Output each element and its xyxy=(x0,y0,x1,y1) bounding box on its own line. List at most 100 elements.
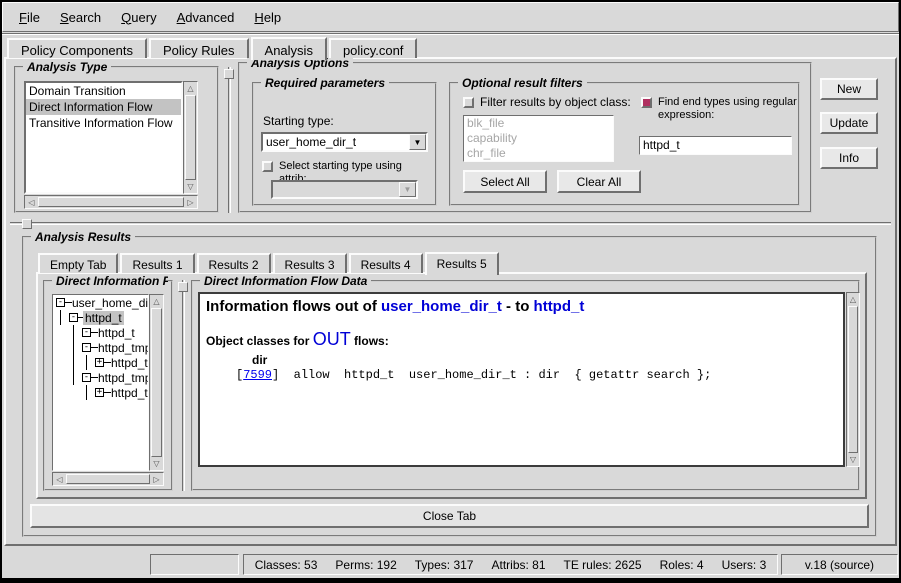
scroll-down-icon[interactable]: ▽ xyxy=(150,457,163,470)
analysis-type-hscrollbar[interactable]: ◁ ▷ xyxy=(24,195,198,209)
menu-advanced[interactable]: Advanced xyxy=(167,6,245,29)
regex-checkbox[interactable] xyxy=(641,97,652,108)
scroll-left-icon[interactable]: ◁ xyxy=(53,473,66,485)
tree-row[interactable]: + httpd_t xyxy=(53,385,148,400)
new-button[interactable]: New xyxy=(820,78,878,100)
list-item[interactable]: Domain Transition xyxy=(26,83,181,99)
regex-input[interactable]: httpd_t xyxy=(639,136,792,155)
tree-node-label[interactable]: httpd_t xyxy=(96,326,137,340)
list-item[interactable]: Direct Information Flow xyxy=(26,99,181,115)
flow-tree-vscrollbar[interactable]: △ ▽ xyxy=(149,294,164,471)
attrib-combobox-disabled: ▼ xyxy=(271,180,418,199)
tree-expander-icon[interactable]: + xyxy=(95,358,104,367)
tree-node-label[interactable]: user_home_dir_t xyxy=(70,296,148,310)
tree-node-label[interactable]: httpd_t xyxy=(109,386,148,400)
menu-search[interactable]: Search xyxy=(50,6,111,29)
menu-help[interactable]: Help xyxy=(244,6,291,29)
tree-expander-icon[interactable]: + xyxy=(95,388,104,397)
regex-checkbox-row[interactable]: Find end types using regular expression: xyxy=(641,96,799,122)
tab-results-5[interactable]: Results 5 xyxy=(425,252,499,275)
scroll-down-icon[interactable]: ▽ xyxy=(184,180,197,193)
info-button[interactable]: Info xyxy=(820,147,878,169)
stat-types: Types: 317 xyxy=(415,558,474,572)
menu-file[interactable]: File xyxy=(9,6,50,29)
filter-objclass-checkbox-row[interactable]: Filter results by object class: xyxy=(463,96,653,109)
tab-results-2[interactable]: Results 2 xyxy=(197,253,271,273)
tab-empty-tab[interactable]: Empty Tab xyxy=(38,253,118,273)
list-item: capability xyxy=(464,131,613,146)
flow-data-textarea[interactable]: Information flows out of user_home_dir_t… xyxy=(198,292,845,467)
starting-type-combobox[interactable]: user_home_dir_t ▼ xyxy=(261,132,428,152)
tab-policy-components[interactable]: Policy Components xyxy=(7,38,147,58)
scrollbar-thumb[interactable] xyxy=(151,308,162,457)
attrib-checkbox[interactable] xyxy=(262,161,273,172)
flow-tree-hscrollbar[interactable]: ◁ ▷ xyxy=(52,472,164,486)
tree-node-label[interactable]: httpd_t xyxy=(83,311,124,325)
tab-results-4[interactable]: Results 4 xyxy=(349,253,423,273)
tree-row[interactable]: + httpd_t xyxy=(53,355,148,370)
tree-node-label[interactable]: httpd_tmpfs_t xyxy=(96,371,148,385)
tab-policy-conf[interactable]: policy.conf xyxy=(329,38,417,58)
analysis-results-groupbox: Analysis Results Empty Tab Results 1 Res… xyxy=(22,236,877,537)
tree-row[interactable]: - httpd_tmpfs_t xyxy=(53,370,148,385)
top-pane-sash[interactable] xyxy=(228,67,231,213)
select-all-button[interactable]: Select All xyxy=(463,170,547,193)
te-rule-line: [7599] allow httpd_t user_home_dir_t : d… xyxy=(200,367,843,382)
scroll-left-icon[interactable]: ◁ xyxy=(25,196,38,208)
starting-type-value[interactable]: user_home_dir_t xyxy=(263,134,409,150)
scrollbar-thumb[interactable] xyxy=(66,474,150,484)
close-tab-button[interactable]: Close Tab xyxy=(30,504,869,528)
tree-node-label[interactable]: httpd_t xyxy=(109,356,148,370)
flow-data-vscrollbar[interactable]: △ ▽ xyxy=(846,292,860,467)
tree-expander-icon[interactable]: - xyxy=(82,328,91,337)
scrollbar-thumb[interactable] xyxy=(848,306,858,453)
scroll-up-icon[interactable]: △ xyxy=(150,295,163,308)
scroll-up-icon[interactable]: △ xyxy=(184,82,197,95)
top-pane-sash-handle[interactable] xyxy=(224,69,234,79)
results-pane-sash[interactable] xyxy=(182,280,185,491)
analysis-type-listbox[interactable]: Domain Transition Direct Information Flo… xyxy=(24,81,183,194)
tree-row[interactable]: - user_home_dir_t xyxy=(53,295,148,310)
tab-results-1[interactable]: Results 1 xyxy=(120,253,194,273)
filter-objclass-checkbox[interactable] xyxy=(463,97,474,108)
tab-policy-rules[interactable]: Policy Rules xyxy=(149,38,249,58)
tree-expander-icon[interactable]: - xyxy=(56,298,65,307)
analysis-type-vscrollbar[interactable]: △ ▽ xyxy=(183,81,198,194)
scroll-down-icon[interactable]: ▽ xyxy=(847,453,859,466)
tree-expander-icon[interactable]: - xyxy=(82,343,91,352)
regex-checkbox-label: Find end types using regular expression: xyxy=(658,96,799,122)
tab-results-3[interactable]: Results 3 xyxy=(273,253,347,273)
main-pane-sash-handle[interactable] xyxy=(22,219,32,229)
menu-bar: File Search Query Advanced Help xyxy=(2,2,899,32)
app-window: File Search Query Advanced Help Policy C… xyxy=(0,0,901,583)
flow-subheading: Object classes for OUT flows: xyxy=(200,315,843,350)
attrib-combobox-value xyxy=(273,182,399,197)
tree-expander-icon[interactable]: - xyxy=(69,313,78,322)
menu-query[interactable]: Query xyxy=(111,6,166,29)
tree-row[interactable]: - httpd_t xyxy=(53,310,148,325)
tree-expander-icon[interactable]: - xyxy=(82,373,91,382)
clear-all-button[interactable]: Clear All xyxy=(557,170,641,193)
scrollbar-thumb[interactable] xyxy=(38,197,184,207)
list-item[interactable]: Transitive Information Flow xyxy=(26,115,181,131)
scroll-up-icon[interactable]: △ xyxy=(847,293,859,306)
list-item: blk_file xyxy=(464,116,613,131)
results-pane-sash-handle[interactable] xyxy=(178,282,188,292)
main-pane-sash[interactable] xyxy=(10,222,891,225)
menu-separator xyxy=(2,33,899,35)
scroll-right-icon[interactable]: ▷ xyxy=(150,473,163,485)
scrollbar-thumb[interactable] xyxy=(185,95,196,180)
update-button[interactable]: Update xyxy=(820,112,878,134)
scroll-right-icon[interactable]: ▷ xyxy=(184,196,197,208)
tree-row[interactable]: - httpd_tmp_t xyxy=(53,340,148,355)
object-class-listbox-disabled: blk_file capability chr_file xyxy=(463,115,614,162)
chevron-down-icon[interactable]: ▼ xyxy=(409,134,426,150)
analysis-page: Analysis Type Domain Transition Direct I… xyxy=(4,57,897,546)
tab-analysis[interactable]: Analysis xyxy=(251,37,327,60)
analysis-type-groupbox: Analysis Type Domain Transition Direct I… xyxy=(14,66,219,213)
rule-number-link[interactable]: 7599 xyxy=(243,368,272,382)
flow-tree[interactable]: - user_home_dir_t - httpd_t - httpd_t xyxy=(52,294,149,471)
tree-row[interactable]: - httpd_t xyxy=(53,325,148,340)
tree-node-label[interactable]: httpd_tmp_t xyxy=(96,341,148,355)
flow-tree-title: Direct Information Flow T xyxy=(52,274,168,288)
